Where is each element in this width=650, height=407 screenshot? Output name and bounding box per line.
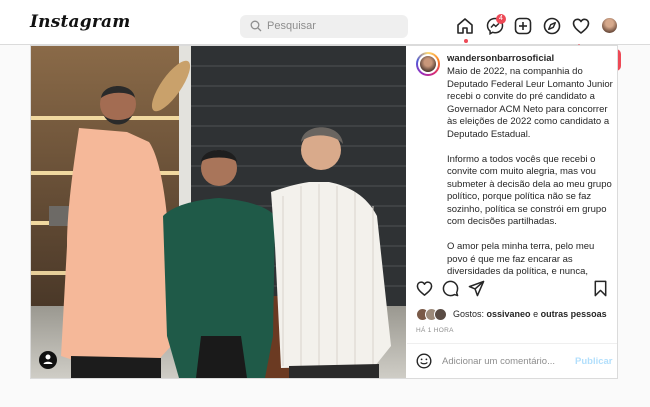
instagram-logo[interactable]: Instagram bbox=[30, 12, 130, 32]
caption-paragraph: Maio de 2022, na companhia do Deputado F… bbox=[447, 66, 613, 140]
home-icon[interactable] bbox=[456, 17, 474, 35]
new-post-icon[interactable] bbox=[514, 17, 532, 35]
home-active-dot bbox=[464, 39, 468, 43]
comment-icon[interactable] bbox=[442, 280, 459, 297]
search-input[interactable]: Pesquisar bbox=[240, 15, 408, 38]
emoji-icon[interactable] bbox=[416, 353, 432, 369]
post-author-username[interactable]: wandersonbarrosoficial bbox=[447, 53, 554, 64]
save-bookmark-icon[interactable] bbox=[592, 280, 609, 297]
likes-prefix: Gostos: bbox=[453, 309, 485, 319]
post-photo-illustration bbox=[31, 46, 406, 378]
post-actions bbox=[407, 280, 617, 300]
top-navigation-bar: Instagram Pesquisar 4 bbox=[0, 0, 650, 45]
messages-badge: 4 bbox=[496, 14, 506, 24]
likes-conjunction: e bbox=[533, 309, 539, 319]
post-timestamp[interactable]: HÁ 1 HORA bbox=[416, 327, 454, 334]
explore-icon[interactable] bbox=[543, 17, 561, 35]
post-caption: Maio de 2022, na companhia do Deputado F… bbox=[447, 66, 613, 278]
caption-paragraph: Informo a todos vocês que recebi o convi… bbox=[447, 153, 612, 228]
liker-avatar bbox=[434, 308, 447, 321]
post-card: wandersonbarrosoficial Maio de 2022, na … bbox=[30, 45, 618, 379]
post-sidebar: wandersonbarrosoficial Maio de 2022, na … bbox=[407, 46, 617, 378]
comment-input[interactable]: Adicionar um comentário... bbox=[442, 356, 555, 367]
search-icon bbox=[250, 20, 262, 32]
post-photo[interactable] bbox=[31, 46, 406, 378]
liker-username[interactable]: ossivaneo bbox=[487, 309, 531, 319]
like-heart-icon[interactable] bbox=[416, 280, 433, 297]
post-author-avatar[interactable] bbox=[416, 52, 440, 76]
activity-heart-icon[interactable] bbox=[572, 17, 590, 35]
other-likers-link[interactable]: outras pessoas bbox=[541, 309, 607, 319]
profile-avatar[interactable] bbox=[602, 18, 617, 33]
share-icon[interactable] bbox=[468, 280, 485, 297]
likes-summary: Gostos: ossivaneo e outras pessoas bbox=[416, 308, 616, 322]
search-placeholder: Pesquisar bbox=[267, 20, 316, 32]
likes-text: Gostos: ossivaneo e outras pessoas bbox=[453, 309, 607, 319]
comment-bar: Adicionar um comentário... Publicar bbox=[407, 343, 617, 379]
publish-button[interactable]: Publicar bbox=[575, 356, 613, 367]
caption-paragraph: O amor pela minha terra, pelo meu povo é… bbox=[447, 241, 595, 277]
